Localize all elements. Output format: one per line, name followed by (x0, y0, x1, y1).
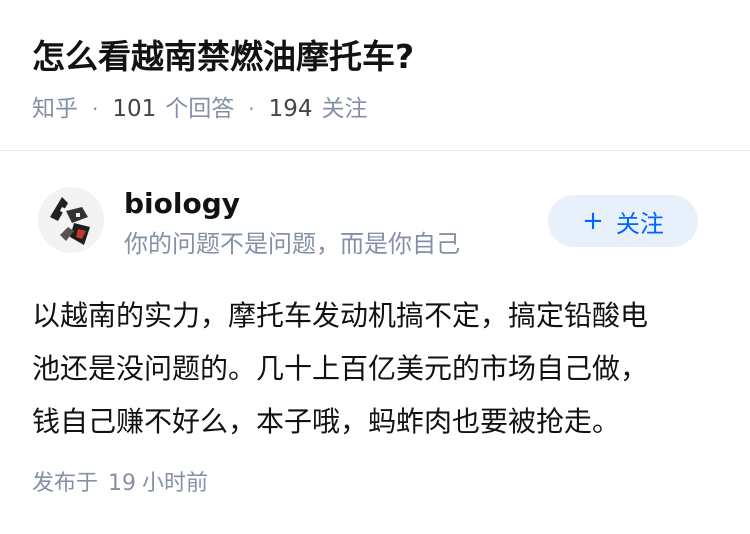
posted-time: 发布于 19 小时前 (32, 468, 208, 500)
follow-button-label: 关注 (615, 209, 664, 238)
question-meta: 知乎 · 101 个回答 · 194 关注 (32, 93, 368, 125)
answer-count: 101 (112, 96, 157, 122)
follower-count: 194 (268, 96, 313, 122)
answer-card: biology 你的问题不是问题，而是你自己 + 关注 以越南的实力，摩托车发动… (0, 151, 750, 534)
answer-content[interactable]: 以越南的实力，摩托车发动机搞不定，搞定铅酸电 池还是没问题的。几十上百亿美元的市… (32, 289, 722, 448)
author-bio: 你的问题不是问题，而是你自己 (124, 230, 460, 258)
posted-prefix: 发布于 (32, 471, 99, 496)
meta-separator: · (248, 97, 255, 121)
question-header: 怎么看越南禁燃油摩托车? 知乎 · 101 个回答 · 194 关注 (0, 0, 750, 150)
answer-content-line: 钱自己赚不好么，本子哦，蚂蚱肉也要被抢走。 (32, 405, 621, 438)
source-label: 知乎 (32, 96, 78, 122)
answer-content-line: 以越南的实力，摩托车发动机搞不定，搞定铅酸电 (32, 299, 649, 332)
avatar-image (38, 187, 104, 253)
follower-count-label: 关注 (321, 96, 368, 122)
posted-unit: 小时前 (142, 471, 209, 496)
answer-content-line: 池还是没问题的。几十上百亿美元的市场自己做， (32, 352, 649, 385)
plus-icon: + (582, 206, 604, 236)
meta-separator: · (92, 97, 99, 121)
zhihu-answer-page: 怎么看越南禁燃油摩托车? 知乎 · 101 个回答 · 194 关注 biolo… (0, 0, 750, 534)
answer-count-label: 个回答 (165, 96, 235, 122)
author-name[interactable]: biology (124, 186, 240, 222)
posted-count: 19 (108, 471, 137, 496)
author-avatar[interactable] (38, 187, 104, 253)
follow-button[interactable]: + 关注 (548, 195, 698, 247)
question-title[interactable]: 怎么看越南禁燃油摩托车? (32, 34, 414, 80)
